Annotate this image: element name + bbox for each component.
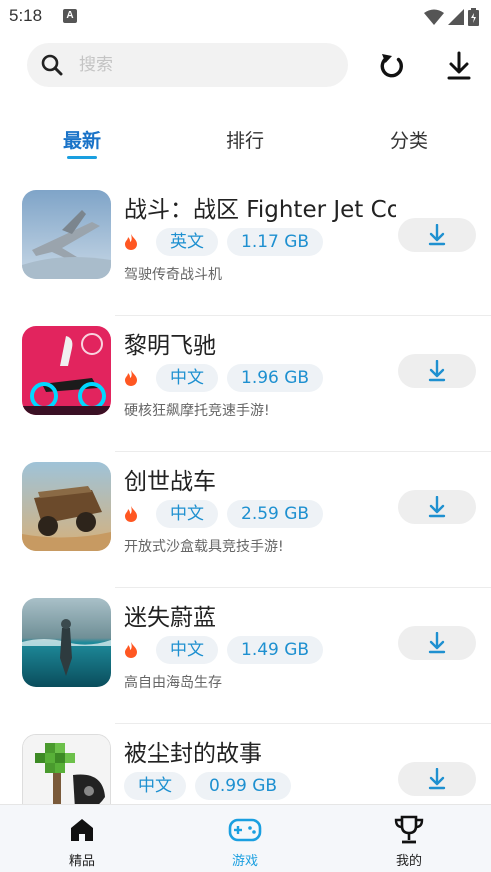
search-bar[interactable] [27, 43, 348, 87]
download-icon[interactable] [443, 50, 475, 82]
app-title: 黎明飞驰 [124, 333, 216, 359]
app-description: 硬核狂飙摩托竞速手游! [124, 403, 270, 419]
size-tag: 1.96 GB [227, 364, 324, 392]
notification-a-icon: A [63, 9, 77, 23]
size-tag: 1.49 GB [227, 636, 324, 664]
size-tag: 0.99 GB [195, 772, 292, 800]
download-button[interactable] [398, 762, 476, 796]
download-arrow-icon [428, 360, 446, 382]
home-icon [71, 819, 93, 841]
download-arrow-icon [428, 632, 446, 654]
language-tag: 中文 [124, 772, 186, 800]
gamepad-icon [228, 818, 262, 842]
size-tag: 2.59 GB [227, 500, 324, 528]
app-icon-lost-blue [22, 598, 111, 687]
app-icon-dusty-story [22, 734, 111, 804]
trophy-icon [394, 815, 424, 844]
size-tag: 1.17 GB [227, 228, 324, 256]
download-arrow-icon [428, 224, 446, 246]
app-description: 高自由海岛生存 [124, 675, 222, 691]
nav-featured[interactable]: 精品 [42, 815, 122, 869]
nav-label: 精品 [68, 854, 95, 869]
list-item[interactable]: 战斗：战区 Fighter Jet Co 英文 1.17 GB 驾驶传奇战斗机 [0, 180, 491, 316]
app-icon-dawn-speed [22, 326, 111, 415]
refresh-icon[interactable] [376, 50, 408, 82]
nav-label: 我的 [395, 854, 422, 869]
hot-fire-icon [125, 506, 137, 522]
nav-label: 游戏 [231, 854, 258, 869]
nav-games[interactable]: 游戏 [205, 815, 285, 869]
language-tag: 中文 [156, 636, 218, 664]
download-button[interactable] [398, 490, 476, 524]
download-arrow-icon [428, 768, 446, 790]
language-tag: 英文 [156, 228, 218, 256]
app-list: 战斗：战区 Fighter Jet Co 英文 1.17 GB 驾驶传奇战斗机 … [0, 180, 491, 804]
battery-icon [468, 8, 479, 26]
download-button[interactable] [398, 354, 476, 388]
app-tags: 中文 0.99 GB [124, 772, 300, 800]
search-icon [41, 54, 63, 76]
list-item[interactable]: 被尘封的故事 中文 0.99 GB [0, 724, 491, 804]
bottom-nav: 精品 游戏 我的 [0, 804, 491, 872]
language-tag: 中文 [156, 500, 218, 528]
list-item[interactable]: 黎明飞驰 中文 1.96 GB 硬核狂飙摩托竞速手游! [0, 316, 491, 452]
app-description: 驾驶传奇战斗机 [124, 267, 222, 283]
app-title: 被尘封的故事 [124, 741, 262, 767]
status-bar: 5:18 A [0, 0, 491, 34]
signal-icon [448, 9, 464, 25]
tab-ranking[interactable]: 排行 [226, 126, 264, 153]
app-description: 开放式沙盒载具竞技手游! [124, 539, 284, 555]
hot-fire-icon [125, 234, 137, 250]
app-tags: 中文 1.96 GB [124, 364, 332, 392]
hot-fire-icon [125, 370, 137, 386]
app-icon-fighter-jet [22, 190, 111, 279]
tab-category[interactable]: 分类 [390, 126, 428, 153]
tab-underline [67, 156, 97, 159]
list-item[interactable]: 创世战车 中文 2.59 GB 开放式沙盒载具竞技手游! [0, 452, 491, 588]
download-button[interactable] [398, 218, 476, 252]
list-item[interactable]: 迷失蔚蓝 中文 1.49 GB 高自由海岛生存 [0, 588, 491, 724]
status-icons [424, 7, 479, 27]
app-tags: 英文 1.17 GB [124, 228, 332, 256]
app-title: 创世战车 [124, 469, 216, 495]
status-time: 5:18 [9, 6, 43, 25]
category-tabs: 最新 排行 分类 [0, 122, 491, 162]
app-tags: 中文 1.49 GB [124, 636, 332, 664]
download-button[interactable] [398, 626, 476, 660]
search-input[interactable] [79, 51, 329, 79]
nav-mine[interactable]: 我的 [369, 815, 449, 869]
language-tag: 中文 [156, 364, 218, 392]
download-arrow-icon [428, 496, 446, 518]
app-title: 战斗：战区 Fighter Jet Co [124, 197, 396, 223]
app-icon-crossout [22, 462, 111, 551]
tab-latest[interactable]: 最新 [63, 126, 101, 153]
hot-fire-icon [125, 642, 137, 658]
app-title: 迷失蔚蓝 [124, 605, 216, 631]
wifi-icon [424, 9, 444, 25]
app-tags: 中文 2.59 GB [124, 500, 332, 528]
